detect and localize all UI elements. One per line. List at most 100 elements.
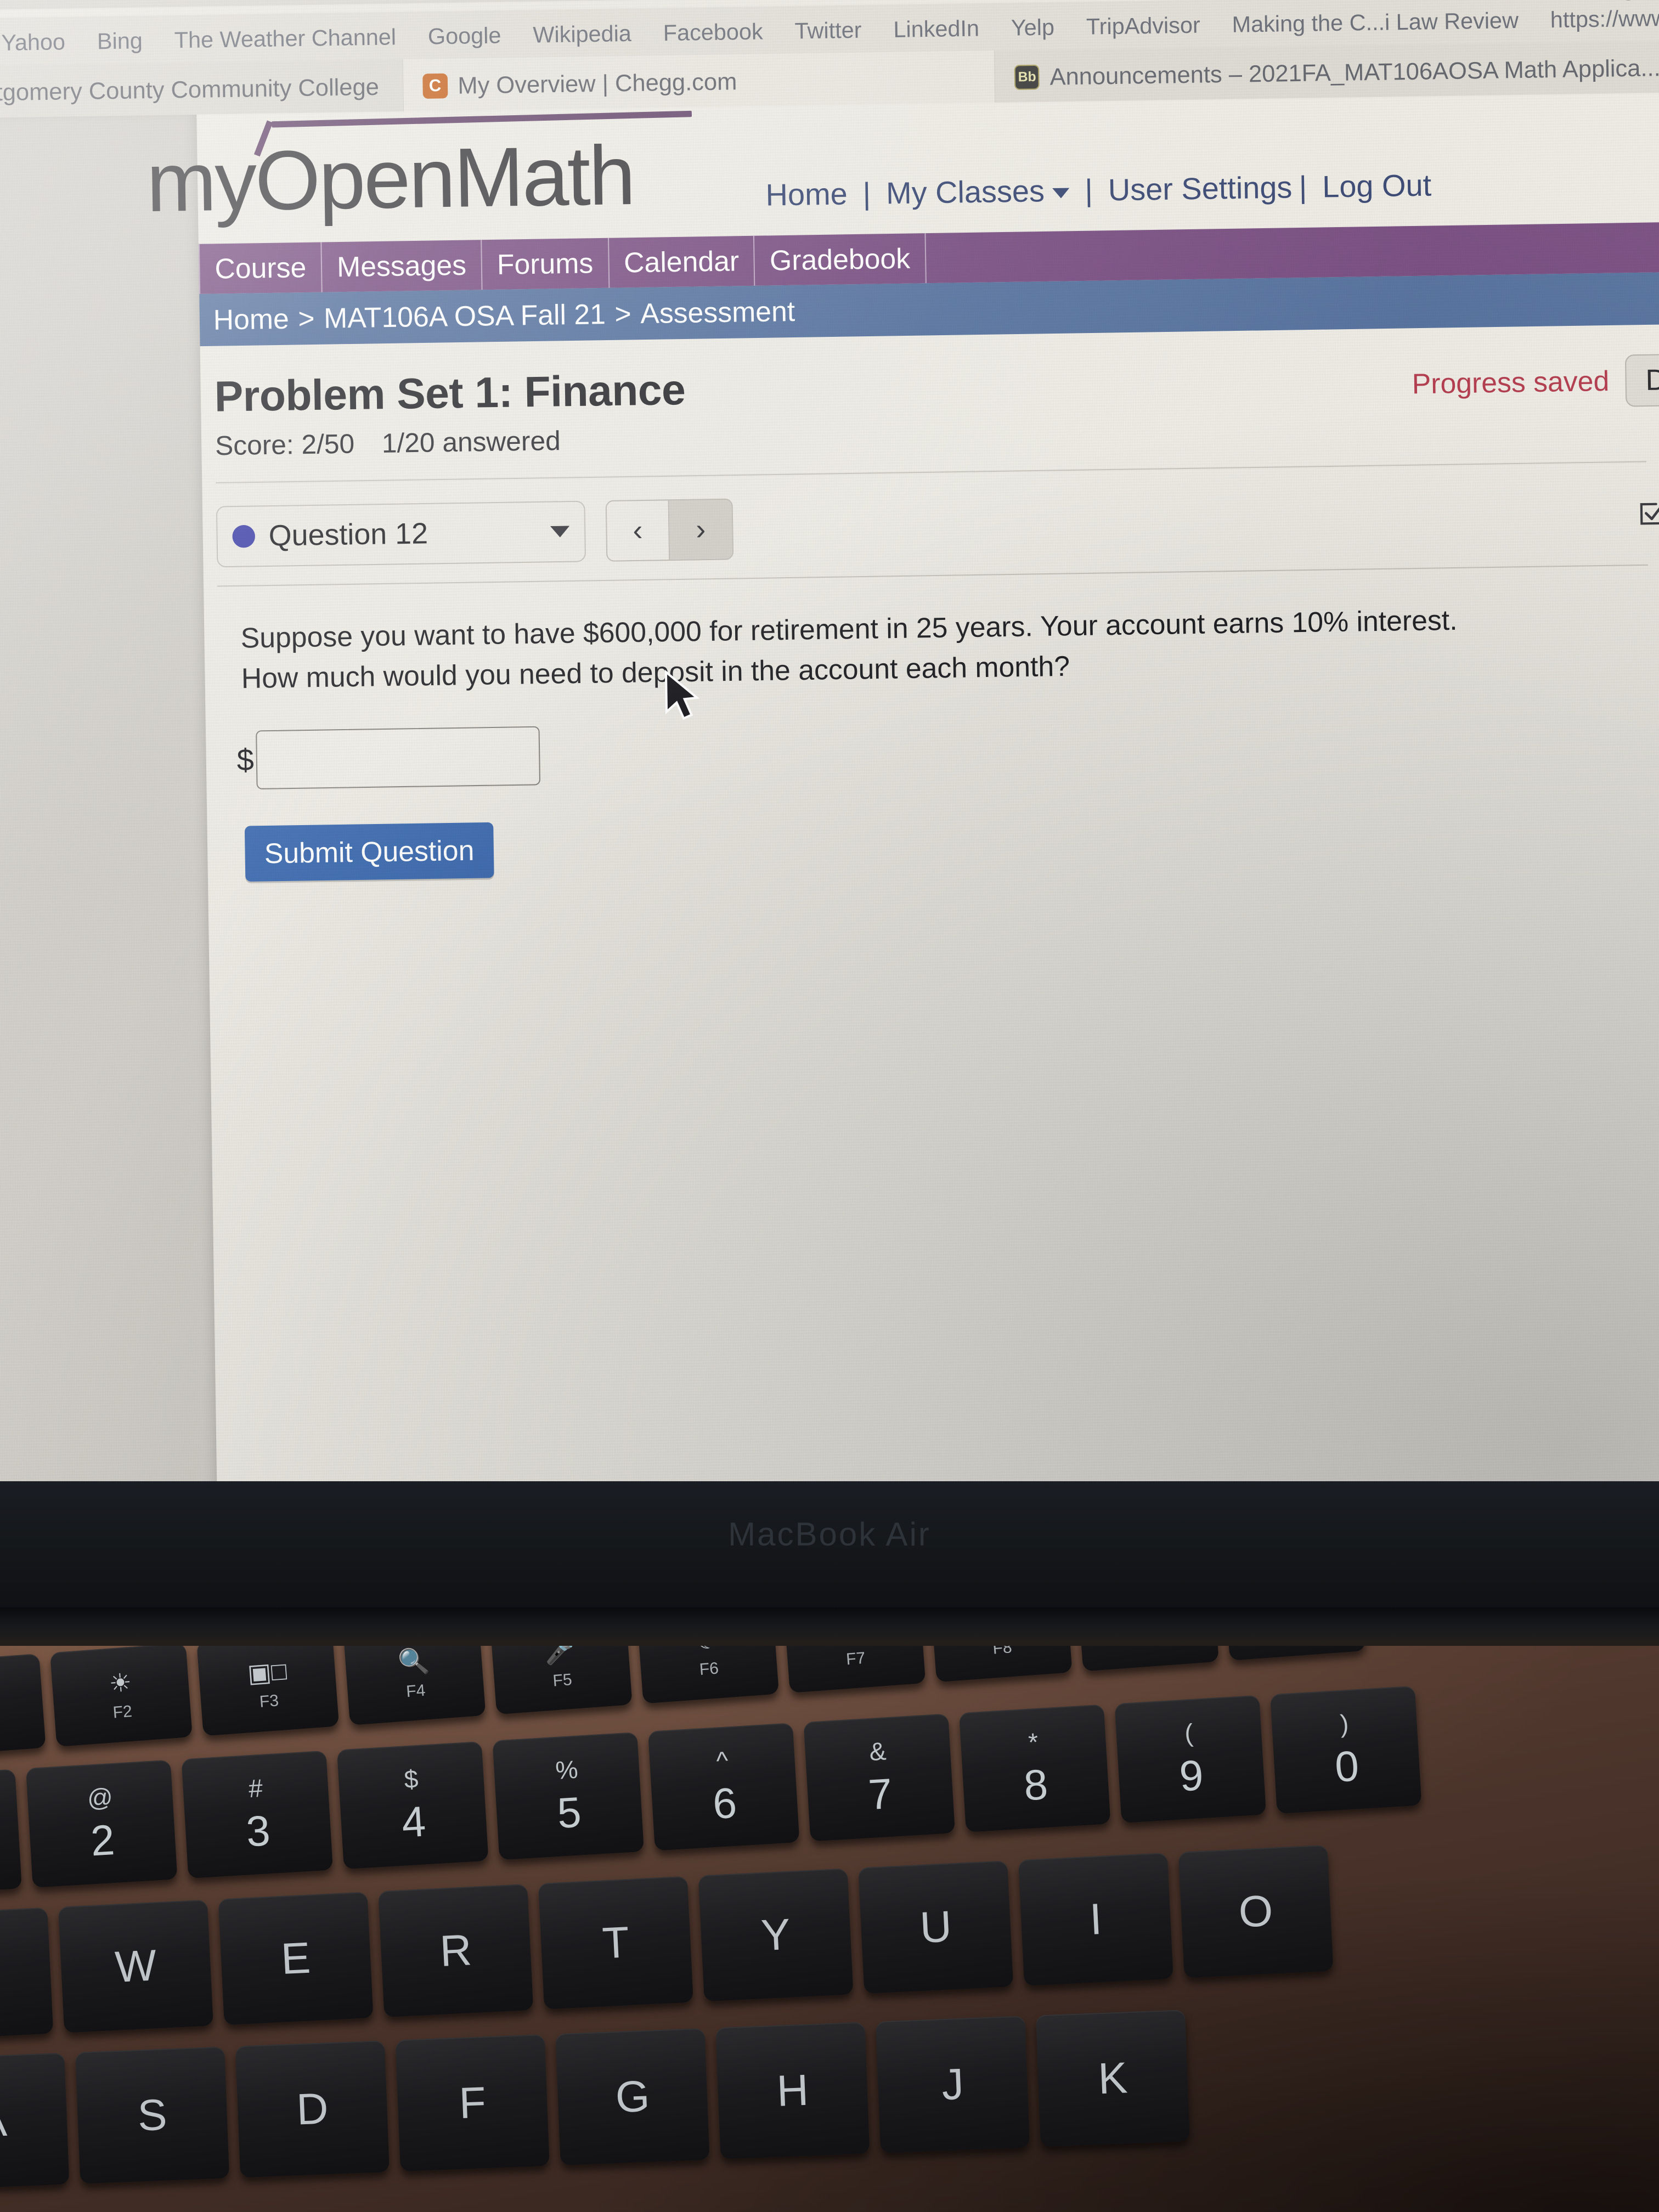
key-label: F2 [112,1702,133,1722]
key-i[interactable]: I [1018,1853,1173,1987]
tab-montgomery-county[interactable]: ntgomery County Community College [0,59,404,121]
key-8[interactable]: * 8 [959,1704,1111,1832]
key-f4[interactable]: 🔍 F4 [343,1646,486,1725]
key-d[interactable]: D [235,2040,390,2178]
key-w[interactable]: W [58,1899,213,2033]
key-shift-glyph: ( [1183,1718,1194,1747]
bookmark-law-review[interactable]: Making the C...i Law Review [1216,8,1534,38]
prev-question-button[interactable]: ‹ [606,500,670,561]
bookmark-yelp[interactable]: Yelp [995,14,1071,41]
myopenmath-logo[interactable]: myOpenMath [146,110,692,231]
key-t[interactable]: T [538,1876,693,2010]
key-label: I [1088,1894,1103,1944]
key-h[interactable]: H [715,2022,870,2159]
key-label: 5 [556,1787,583,1837]
key-9[interactable]: ( 9 [1114,1695,1267,1824]
key-f7[interactable]: ⏪ F7 [783,1646,926,1694]
key-0[interactable]: ) 0 [1270,1685,1422,1814]
tab-title: ntgomery County Community College [0,73,380,106]
key-r[interactable]: R [378,1884,534,2018]
key-u[interactable]: U [858,1860,1014,1994]
key-7[interactable]: & 7 [803,1713,956,1842]
reload-icon[interactable] [1612,0,1644,4]
key-g[interactable]: G [555,2028,710,2166]
key-s[interactable]: S [75,2046,230,2184]
key-label: 0 [1333,1741,1361,1791]
bookmark-bing[interactable]: Bing [81,28,159,55]
bookmark-google[interactable]: Google [412,22,517,49]
bookmark-pdf-link[interactable]: https://www.....ends_v05.pd [1534,3,1659,33]
bookmark-linkedin[interactable]: LinkedIn [877,15,995,43]
breadcrumb-course[interactable]: MAT106A OSA Fall 21 [324,297,606,335]
key-o[interactable]: O [1178,1844,1334,1978]
key-f[interactable]: F [395,2034,550,2172]
bookmark-weather[interactable]: The Weather Channel [158,24,412,53]
key-f10[interactable] [1223,1646,1366,1661]
key-a[interactable]: A [0,2052,70,2190]
key-f1[interactable]: ☼ F1 [0,1654,46,1758]
nav-log-out[interactable]: Log Out [1322,168,1432,204]
key-shift-glyph: @ [86,1782,114,1813]
key-6[interactable]: ^ 6 [648,1723,800,1851]
nav-user-settings[interactable]: User Settings [1108,171,1292,207]
key-f2[interactable]: ☀ F2 [49,1646,193,1747]
key-f3[interactable]: ▣□ F3 [196,1646,340,1736]
key-q[interactable]: Q [0,1907,54,2041]
key-f6[interactable]: ☾ F6 [636,1646,780,1704]
breadcrumb-assessment[interactable]: Assessment [640,295,795,330]
answer-input[interactable] [256,726,541,790]
key-label: F7 [845,1649,866,1668]
nav-home[interactable]: Home [765,177,848,212]
divider-top [216,461,1647,484]
laptop-screen: — yopenmath.com Yahoo Bing The [0,0,1659,1531]
bookmark-facebook[interactable]: Facebook [647,19,778,46]
key-f5[interactable]: 🎤 F5 [489,1646,633,1715]
nav-sep-2: | [1084,173,1093,208]
tab-title: Announcements – 2021FA_MAT106AOSA Math A… [1049,54,1659,91]
key-label: 2 [89,1815,116,1865]
question-pager[interactable]: ‹ › [605,498,734,562]
menu-item-course[interactable]: Course [198,242,323,294]
top-nav[interactable]: Home | My Classes | User Settings | Log O… [765,168,1431,213]
key-3[interactable]: # 3 [181,1750,333,1879]
key-2[interactable]: @ 2 [26,1759,178,1888]
key-label: K [1097,2053,1128,2103]
nav-my-classes[interactable]: My Classes [886,174,1045,210]
chevron-down-icon[interactable] [550,526,570,538]
home-key-row[interactable]: A S D F G H J K [0,2010,1190,2190]
submit-question-button[interactable]: Submit Question [244,822,494,882]
breadcrumb-home[interactable]: Home [213,302,289,336]
chevron-down-icon[interactable] [1052,188,1070,199]
key-shift-glyph: ) [1339,1708,1350,1738]
key-f8[interactable]: ⏯ F8 [929,1646,1073,1683]
menu-item-calendar[interactable]: Calendar [608,235,755,288]
key-j[interactable]: J [876,2016,1030,2153]
key-label: 4 [400,1796,427,1847]
key-label: 3 [245,1805,272,1856]
save-status-row: Progress saved Don [1412,353,1659,410]
bookmark-tripadvisor[interactable]: TripAdvisor [1070,12,1216,40]
key-1[interactable]: ! 1 [0,1769,22,1897]
key-4[interactable]: $ 4 [337,1741,489,1870]
question-select[interactable]: Question 12 [216,500,586,568]
bookmark-twitter[interactable]: Twitter [778,18,878,44]
key-k[interactable]: K [1035,2010,1190,2147]
blackboard-favicon-icon: Bb [1014,64,1040,90]
menu-item-forums[interactable]: Forums [482,238,610,290]
menu-item-messages[interactable]: Messages [321,240,483,292]
key-label: 6 [711,1778,738,1828]
chat-bubbles-icon[interactable] [1556,0,1592,5]
menu-item-gradebook[interactable]: Gradebook [754,233,927,286]
key-5[interactable]: % 5 [492,1732,645,1860]
key-label: F3 [258,1691,280,1711]
key-e[interactable]: E [218,1892,374,2025]
key-label: F4 [405,1681,426,1701]
laptop-photo: — yopenmath.com Yahoo Bing The [0,0,1659,2212]
key-y[interactable]: Y [698,1868,854,2002]
bookmark-wikipedia[interactable]: Wikipedia [517,21,647,48]
bookmark-yahoo[interactable]: Yahoo [0,29,81,56]
next-question-button[interactable]: › [669,499,733,560]
done-button[interactable]: Don [1624,353,1659,407]
key-f9[interactable]: ⏩ F9 [1076,1646,1219,1672]
key-shift-glyph: * [1027,1727,1039,1757]
